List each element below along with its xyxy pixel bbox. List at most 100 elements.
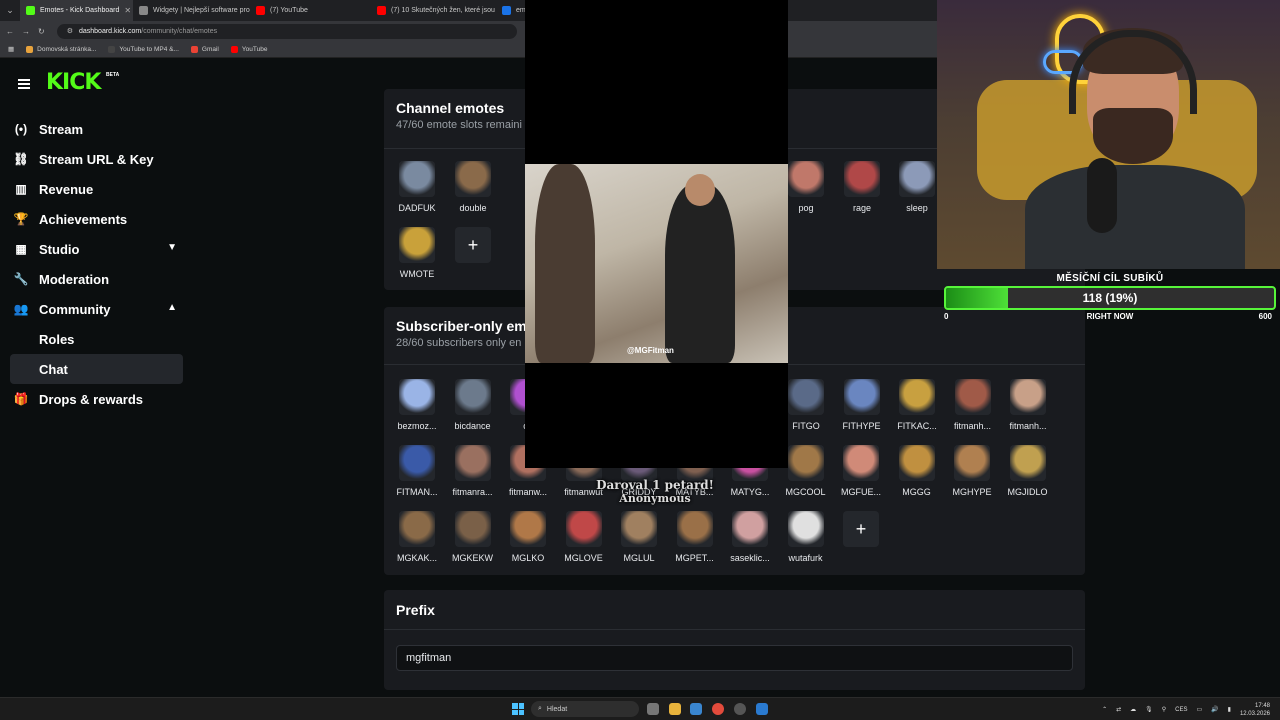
- emote-image: [787, 511, 824, 547]
- chrome-icon[interactable]: [712, 703, 724, 715]
- emote-label: DADFUK: [398, 203, 436, 213]
- volume-icon[interactable]: 🔊: [1211, 706, 1218, 713]
- kick-logo[interactable]: KICK: [46, 70, 101, 95]
- card-header: Prefix: [384, 590, 1085, 630]
- emote-label: fitmanh...: [1009, 421, 1047, 431]
- store-icon[interactable]: [690, 703, 702, 715]
- battery-icon[interactable]: ▮: [1228, 706, 1231, 713]
- chevron-up-icon[interactable]: ▲: [167, 302, 177, 313]
- language-indicator[interactable]: CES: [1175, 707, 1187, 713]
- emote-tile[interactable]: MGPET...: [669, 511, 721, 563]
- monitor-icon[interactable]: ▭: [1197, 706, 1203, 713]
- sidebar-item-roles[interactable]: Roles: [10, 324, 183, 354]
- sidebar-item-revenue[interactable]: ▥ Revenue: [10, 174, 183, 204]
- emote-tile[interactable]: wutafurk: [780, 511, 832, 563]
- bookmark-icon: [26, 45, 34, 53]
- windows-taskbar: ⌕ Hledat ⌃ ⇄ ☁ 🎙 ⚲ CES ▭ 🔊 ▮ 17:48 12.03.…: [0, 697, 1280, 720]
- back-icon[interactable]: ←: [6, 27, 14, 36]
- link-icon: ⛓: [13, 152, 29, 166]
- emote-tile[interactable]: fitmanh...: [947, 379, 999, 431]
- url-field[interactable]: ⚙ dashboard.kick.com/community/chat/emot…: [56, 23, 517, 39]
- sidebar-item-community[interactable]: 👥 Community ▲: [10, 294, 183, 324]
- add-emote-button[interactable]: +: [843, 511, 879, 547]
- tab-emotes[interactable]: emo: [496, 0, 526, 21]
- bookmark-yt-mp4[interactable]: YouTube to MP4 &...: [108, 45, 179, 53]
- emote-tile[interactable]: MGLUL: [613, 511, 665, 563]
- chevron-up-icon[interactable]: ⌃: [1102, 706, 1107, 713]
- prefix-input[interactable]: mgfitman: [396, 645, 1073, 671]
- emote-image: [399, 227, 435, 263]
- video-watermark: @MGFitman: [627, 346, 674, 355]
- emote-label: wutafurk: [788, 553, 823, 563]
- sidebar-item-stream-url[interactable]: ⛓ Stream URL & Key: [10, 144, 183, 174]
- emote-tile[interactable]: bicdance: [447, 379, 499, 431]
- site-info-icon[interactable]: ⚙: [67, 27, 73, 35]
- clock[interactable]: 17:48 12.03.2026: [1240, 702, 1270, 718]
- emote-tile[interactable]: FITKAC...: [891, 379, 943, 431]
- sidebar-item-label: Chat: [39, 361, 68, 377]
- emote-tile[interactable]: MGJIDLO: [1002, 445, 1054, 497]
- emote-tile[interactable]: saseklic...: [724, 511, 776, 563]
- windows-start-icon[interactable]: [512, 703, 524, 715]
- goal-progress-label: 118 (19%): [1082, 291, 1138, 305]
- emote-tile[interactable]: rage: [836, 161, 888, 213]
- emote-tile[interactable]: MGKAK...: [391, 511, 443, 563]
- tab-youtube[interactable]: (7) YouTube: [250, 0, 371, 21]
- network-icon[interactable]: ⇄: [1116, 706, 1121, 713]
- forward-icon[interactable]: →: [22, 27, 30, 36]
- obs-icon[interactable]: [734, 703, 746, 715]
- emote-tile[interactable]: MGLOVE: [558, 511, 610, 563]
- emote-tile[interactable]: WMOTE: [391, 227, 443, 279]
- emote-image: [954, 379, 991, 415]
- mic-icon[interactable]: 🎙: [1145, 706, 1153, 713]
- sidebar-item-studio[interactable]: ▦ Studio ▼: [10, 234, 183, 264]
- tab-list-icon[interactable]: ⌄: [0, 0, 20, 21]
- bookmark-label: YouTube: [241, 45, 268, 53]
- tab-widgety[interactable]: Widgety | Nejlepší software pro ✕: [133, 0, 250, 21]
- emote-tile[interactable]: fitmanh...: [1002, 379, 1054, 431]
- file-explorer-icon[interactable]: [669, 703, 681, 715]
- bookmark-gmail[interactable]: Gmail: [190, 45, 219, 53]
- cloud-icon[interactable]: ☁: [1130, 706, 1136, 713]
- emote-tile[interactable]: FITHYPE: [836, 379, 888, 431]
- sidebar-item-moderation[interactable]: 🔧 Moderation: [10, 264, 183, 294]
- emote-tile[interactable]: MGHYPE: [946, 445, 998, 497]
- trophy-icon: 🏆: [13, 212, 29, 226]
- emote-tile[interactable]: MGLKO: [502, 511, 554, 563]
- sidebar-item-label: Stream URL & Key: [39, 151, 154, 167]
- apps-icon[interactable]: ▦: [8, 45, 14, 53]
- bookmark-youtube[interactable]: YouTube: [230, 45, 268, 53]
- youtube-favicon-icon: [377, 6, 386, 15]
- app-icon[interactable]: [756, 703, 768, 715]
- emote-label: MGLKO: [511, 553, 545, 563]
- emote-image: [788, 161, 824, 197]
- emote-tile[interactable]: sleep: [891, 161, 943, 213]
- emote-tile[interactable]: double: [447, 161, 499, 213]
- taskbar-search[interactable]: ⌕ Hledat: [531, 701, 639, 717]
- reload-icon[interactable]: ↻: [38, 27, 45, 36]
- prefix-card: Prefix mgfitman: [384, 590, 1085, 690]
- add-emote-button[interactable]: +: [455, 227, 491, 263]
- sidebar-item-achievements[interactable]: 🏆 Achievements: [10, 204, 183, 234]
- emote-tile[interactable]: DADFUK: [391, 161, 443, 213]
- system-tray: ⌃ ⇄ ☁ 🎙 ⚲ CES ▭ 🔊 ▮ 17:48 12.03.2026: [1102, 701, 1270, 718]
- bookmark-home[interactable]: Domovská stránka...: [26, 45, 96, 53]
- sidebar-item-drops[interactable]: 🎁 Drops & rewards: [10, 384, 183, 414]
- emote-tile[interactable]: MGGG: [891, 445, 943, 497]
- usb-icon[interactable]: ⚲: [1162, 706, 1166, 713]
- tab-youtube-video[interactable]: (7) 10 Skutečných žen, které jsou ✕: [371, 0, 496, 21]
- close-tab-icon[interactable]: ✕: [124, 6, 131, 15]
- emote-tile[interactable]: MGFUE...: [835, 445, 887, 497]
- task-view-icon[interactable]: [647, 703, 659, 715]
- sidebar-item-stream[interactable]: (•) Stream: [10, 114, 183, 144]
- chevron-down-icon[interactable]: ▼: [167, 242, 177, 253]
- menu-icon[interactable]: [18, 79, 30, 89]
- youtube-icon: [230, 45, 238, 53]
- emote-tile[interactable]: MGKEKW: [447, 511, 499, 563]
- emote-tile[interactable]: FITMAN...: [391, 445, 443, 497]
- tab-title: Emotes - Kick Dashboard: [40, 7, 120, 14]
- emote-tile[interactable]: bezmoz...: [391, 379, 443, 431]
- emote-tile[interactable]: fitmanra...: [447, 445, 499, 497]
- sidebar-item-chat[interactable]: Chat: [10, 354, 183, 384]
- tab-kick-dashboard[interactable]: Emotes - Kick Dashboard ✕: [20, 0, 133, 21]
